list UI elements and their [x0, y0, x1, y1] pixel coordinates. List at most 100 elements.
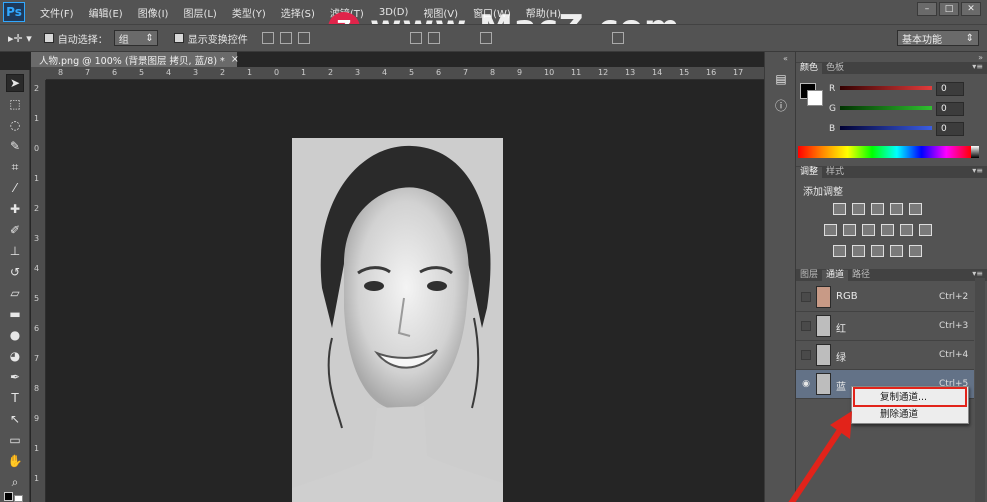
show-transform-label: 显示变换控件: [187, 34, 248, 46]
channel-row-rgb[interactable]: RGB Ctrl+2: [796, 283, 974, 312]
close-tab-icon[interactable]: ×: [231, 54, 239, 65]
eraser-tool-icon[interactable]: ▱: [6, 284, 24, 302]
zoom-tool-icon[interactable]: ⌕: [6, 473, 24, 491]
ruler-tick-label: 8: [34, 384, 40, 393]
threshold-icon[interactable]: [871, 245, 884, 257]
maximize-button[interactable]: □: [939, 2, 959, 16]
ruler-vertical[interactable]: 2 1 0 1 2 3 4 5 6 7 8 9 1 1: [31, 80, 46, 502]
auto-select-dropdown[interactable]: 组 ⇕: [113, 30, 158, 46]
photo-filter-icon[interactable]: [881, 224, 894, 236]
tab-styles[interactable]: 样式: [822, 167, 848, 178]
posterize-icon[interactable]: [852, 245, 865, 257]
shape-tool-icon[interactable]: ▭: [6, 431, 24, 449]
path-select-tool-icon[interactable]: ↖: [6, 410, 24, 428]
dodge-tool-icon[interactable]: ◕: [6, 347, 24, 365]
red-value-input[interactable]: 0: [936, 82, 964, 96]
brush-tool-icon[interactable]: ✐: [6, 221, 24, 239]
background-color-icon[interactable]: [14, 495, 23, 502]
3d-mode-icon[interactable]: [611, 32, 624, 44]
menu-type[interactable]: 类型(Y): [232, 5, 266, 20]
dock-collapse-icon[interactable]: «: [783, 54, 788, 63]
red-slider[interactable]: [840, 86, 932, 90]
show-transform-checkbox[interactable]: [173, 33, 184, 43]
healing-brush-tool-icon[interactable]: ✚: [6, 200, 24, 218]
channels-scrollbar[interactable]: [975, 278, 985, 502]
panel-menu-icon[interactable]: ▾≡: [972, 62, 983, 71]
history-panel-icon[interactable]: ▤: [772, 70, 790, 88]
menu-select[interactable]: 选择(S): [281, 5, 315, 20]
tab-channels[interactable]: 通道: [822, 270, 849, 281]
visibility-toggle[interactable]: [801, 292, 811, 302]
exposure-icon[interactable]: [890, 203, 903, 215]
align-top-icon[interactable]: [261, 32, 274, 44]
history-brush-tool-icon[interactable]: ↺: [6, 263, 24, 281]
tab-swatches[interactable]: 色板: [822, 63, 848, 74]
info-panel-icon[interactable]: ⓘ: [772, 96, 790, 114]
pen-tool-icon[interactable]: ✒: [6, 368, 24, 386]
clone-stamp-tool-icon[interactable]: ⊥: [6, 242, 24, 260]
tab-adjustments[interactable]: 调整: [796, 167, 823, 178]
auto-select-checkbox[interactable]: [43, 33, 54, 43]
visibility-toggle[interactable]: [801, 350, 811, 360]
blue-value-input[interactable]: 0: [936, 122, 964, 136]
panel-collapse-icon[interactable]: »: [978, 53, 983, 62]
minimize-button[interactable]: –: [917, 2, 937, 16]
eyedropper-tool-icon[interactable]: ⁄: [6, 179, 24, 197]
delete-channel-item[interactable]: 删除通道: [854, 407, 966, 422]
distribute-right-icon[interactable]: [479, 32, 492, 44]
lasso-tool-icon[interactable]: ◌: [6, 116, 24, 134]
distribute-center-icon[interactable]: [427, 32, 440, 44]
color-spectrum[interactable]: [798, 146, 971, 158]
menu-edit[interactable]: 编辑(E): [89, 5, 123, 20]
background-swatch[interactable]: [807, 90, 823, 106]
menu-file[interactable]: 文件(F): [40, 5, 74, 20]
channel-thumbnail: [816, 315, 831, 337]
tab-color[interactable]: 颜色: [796, 63, 823, 74]
brightness-icon[interactable]: [833, 203, 846, 215]
ruler-tick-label: 2: [328, 68, 334, 77]
spectrum-bw-strip[interactable]: [971, 146, 979, 158]
invert-icon[interactable]: [833, 245, 846, 257]
black-white-icon[interactable]: [862, 224, 875, 236]
close-button[interactable]: ✕: [961, 2, 981, 16]
curves-icon[interactable]: [871, 203, 884, 215]
ruler-tick-label: 1: [34, 174, 40, 183]
move-tool-preset-icon[interactable]: ▸✛ ▾: [8, 32, 32, 45]
ruler-horizontal[interactable]: 8 7 6 5 4 3 2 1 0 1 2 3 4 5 6 7 8 9 10 11 12 13 14 15 16 17: [46, 67, 764, 80]
distribute-icon[interactable]: [409, 32, 422, 44]
channel-mixer-icon[interactable]: [900, 224, 913, 236]
workspace-dropdown[interactable]: 基本功能 ⇕: [897, 30, 979, 46]
hand-tool-icon[interactable]: ✋: [6, 452, 24, 470]
menu-layer[interactable]: 图层(L): [183, 5, 216, 20]
tab-paths[interactable]: 路径: [848, 270, 874, 281]
document-tab[interactable]: 人物.png @ 100% (背景图层 拷贝, 蓝/8) * ×: [31, 52, 239, 67]
panel-menu-icon[interactable]: ▾≡: [972, 269, 983, 278]
vibrance-icon[interactable]: [909, 203, 922, 215]
hue-saturation-icon[interactable]: [824, 224, 837, 236]
blue-slider[interactable]: [840, 126, 932, 130]
channel-row-red[interactable]: 红 Ctrl+3: [796, 312, 974, 341]
color-lookup-icon[interactable]: [919, 224, 932, 236]
align-bottom-icon[interactable]: [297, 32, 310, 44]
menu-image[interactable]: 图像(I): [138, 5, 169, 20]
panel-menu-icon[interactable]: ▾≡: [972, 166, 983, 175]
eye-icon[interactable]: ◉: [801, 379, 811, 389]
foreground-color-icon[interactable]: [4, 492, 13, 501]
tab-layers[interactable]: 图层: [796, 270, 822, 281]
selective-color-icon[interactable]: [890, 245, 903, 257]
channel-row-green[interactable]: 绿 Ctrl+4: [796, 341, 974, 370]
move-tool-icon[interactable]: ➤: [6, 74, 24, 92]
type-tool-icon[interactable]: T: [6, 389, 24, 407]
green-value-input[interactable]: 0: [936, 102, 964, 116]
green-slider[interactable]: [840, 106, 932, 110]
crop-tool-icon[interactable]: ⌗: [6, 158, 24, 176]
color-balance-icon[interactable]: [843, 224, 856, 236]
gradient-map-icon[interactable]: [909, 245, 922, 257]
gradient-tool-icon[interactable]: ▬: [6, 305, 24, 323]
marquee-tool-icon[interactable]: ⬚: [6, 95, 24, 113]
quick-select-tool-icon[interactable]: ✎: [6, 137, 24, 155]
visibility-toggle[interactable]: [801, 321, 811, 331]
levels-icon[interactable]: [852, 203, 865, 215]
align-vcenter-icon[interactable]: [279, 32, 292, 44]
blur-tool-icon[interactable]: ●: [6, 326, 24, 344]
